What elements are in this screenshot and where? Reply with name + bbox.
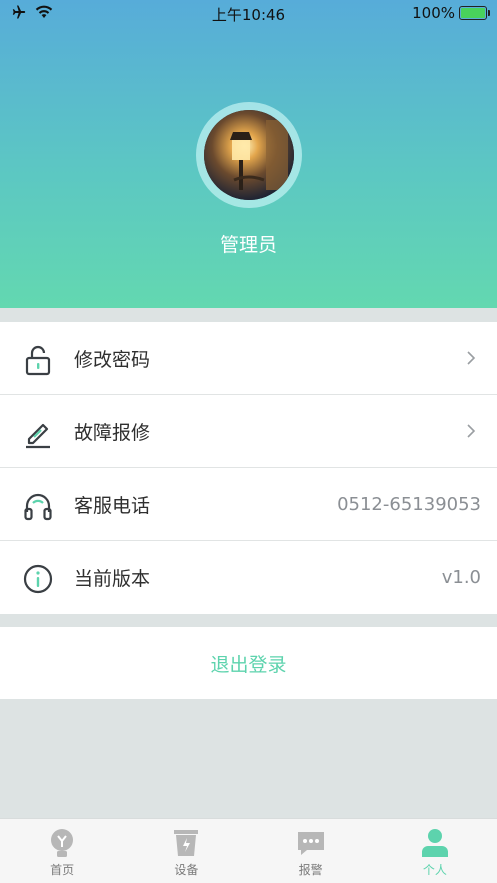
- settings-menu: 修改密码 故障报修 客服电话 0512-65139053 当前版本 v1.0: [0, 322, 497, 614]
- menu-item-version: 当前版本 v1.0: [0, 541, 497, 614]
- profile-header: 上午10:46 100% 管理员: [0, 0, 497, 308]
- service-phone-number[interactable]: 0512-65139053: [337, 494, 481, 515]
- avatar[interactable]: [196, 102, 302, 208]
- tab-home[interactable]: 首页: [0, 819, 124, 883]
- tab-label: 个人: [422, 863, 447, 877]
- device-icon: [174, 830, 199, 856]
- logout-button[interactable]: 退出登录: [0, 627, 497, 699]
- menu-item-label: 当前版本: [74, 568, 151, 590]
- avatar-image: [204, 110, 294, 200]
- chevron-right-icon: [467, 351, 476, 365]
- tab-devices[interactable]: 设备: [124, 819, 248, 883]
- battery-icon: [459, 6, 490, 20]
- tab-label: 报警: [298, 863, 323, 877]
- lightbulb-icon: [51, 829, 74, 857]
- edit-icon: [26, 423, 50, 449]
- chevron-right-icon: [467, 424, 476, 438]
- unlock-icon: [25, 345, 51, 376]
- status-bar: 上午10:46 100%: [0, 0, 497, 28]
- menu-item-change-password[interactable]: 修改密码: [0, 322, 497, 395]
- tab-alarms[interactable]: 报警: [249, 819, 373, 883]
- battery-percent: 100%: [412, 4, 455, 22]
- menu-item-label: 客服电话: [74, 494, 151, 517]
- tab-profile[interactable]: 个人: [373, 819, 497, 883]
- menu-item-fault-report[interactable]: 故障报修: [0, 395, 497, 468]
- tab-bar: 首页 设备 报警 个人: [0, 818, 497, 883]
- info-icon: [23, 564, 53, 594]
- menu-item-service-phone[interactable]: 客服电话 0512-65139053: [0, 468, 497, 541]
- menu-item-label: 修改密码: [74, 348, 151, 371]
- profile-name: 管理员: [219, 234, 277, 256]
- tab-label: 设备: [174, 863, 199, 877]
- version-value: v1.0: [441, 567, 481, 588]
- person-icon: [421, 829, 448, 857]
- menu-item-label: 故障报修: [74, 421, 151, 444]
- tab-label: 首页: [50, 863, 75, 877]
- chat-bubble-icon: [297, 832, 324, 855]
- headphones-icon: [24, 493, 52, 521]
